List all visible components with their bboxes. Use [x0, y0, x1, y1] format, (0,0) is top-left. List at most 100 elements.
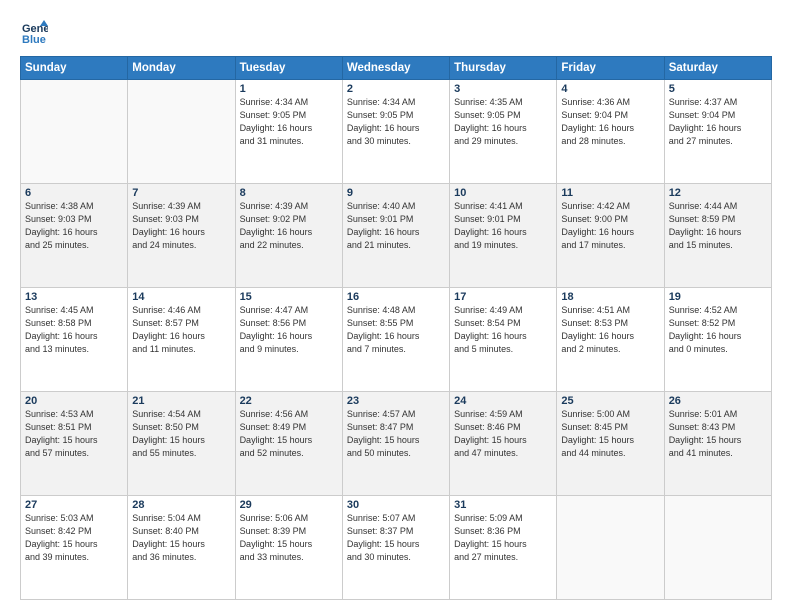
day-number: 7	[132, 187, 230, 199]
day-info: Sunrise: 5:04 AMSunset: 8:40 PMDaylight:…	[132, 512, 230, 564]
day-number: 1	[240, 83, 338, 95]
calendar-cell: 27Sunrise: 5:03 AMSunset: 8:42 PMDayligh…	[21, 496, 128, 600]
calendar-cell: 25Sunrise: 5:00 AMSunset: 8:45 PMDayligh…	[557, 392, 664, 496]
day-number: 24	[454, 395, 552, 407]
day-info: Sunrise: 4:40 AMSunset: 9:01 PMDaylight:…	[347, 200, 445, 252]
day-number: 27	[25, 499, 123, 511]
calendar-cell: 17Sunrise: 4:49 AMSunset: 8:54 PMDayligh…	[450, 288, 557, 392]
day-number: 16	[347, 291, 445, 303]
calendar-table: SundayMondayTuesdayWednesdayThursdayFrid…	[20, 56, 772, 600]
calendar-cell: 19Sunrise: 4:52 AMSunset: 8:52 PMDayligh…	[664, 288, 771, 392]
calendar-cell: 1Sunrise: 4:34 AMSunset: 9:05 PMDaylight…	[235, 80, 342, 184]
calendar-cell: 31Sunrise: 5:09 AMSunset: 8:36 PMDayligh…	[450, 496, 557, 600]
day-number: 22	[240, 395, 338, 407]
day-info: Sunrise: 5:00 AMSunset: 8:45 PMDaylight:…	[561, 408, 659, 460]
day-of-week-header: Thursday	[450, 57, 557, 80]
day-number: 19	[669, 291, 767, 303]
day-number: 10	[454, 187, 552, 199]
calendar-cell: 16Sunrise: 4:48 AMSunset: 8:55 PMDayligh…	[342, 288, 449, 392]
calendar-cell: 29Sunrise: 5:06 AMSunset: 8:39 PMDayligh…	[235, 496, 342, 600]
day-info: Sunrise: 4:39 AMSunset: 9:03 PMDaylight:…	[132, 200, 230, 252]
day-info: Sunrise: 4:46 AMSunset: 8:57 PMDaylight:…	[132, 304, 230, 356]
day-info: Sunrise: 4:51 AMSunset: 8:53 PMDaylight:…	[561, 304, 659, 356]
day-info: Sunrise: 5:09 AMSunset: 8:36 PMDaylight:…	[454, 512, 552, 564]
calendar-cell: 15Sunrise: 4:47 AMSunset: 8:56 PMDayligh…	[235, 288, 342, 392]
day-of-week-header: Monday	[128, 57, 235, 80]
calendar-cell: 11Sunrise: 4:42 AMSunset: 9:00 PMDayligh…	[557, 184, 664, 288]
day-number: 20	[25, 395, 123, 407]
day-number: 23	[347, 395, 445, 407]
calendar-week-row: 27Sunrise: 5:03 AMSunset: 8:42 PMDayligh…	[21, 496, 772, 600]
calendar-cell: 12Sunrise: 4:44 AMSunset: 8:59 PMDayligh…	[664, 184, 771, 288]
day-number: 14	[132, 291, 230, 303]
calendar-cell: 2Sunrise: 4:34 AMSunset: 9:05 PMDaylight…	[342, 80, 449, 184]
calendar-cell: 7Sunrise: 4:39 AMSunset: 9:03 PMDaylight…	[128, 184, 235, 288]
day-info: Sunrise: 4:42 AMSunset: 9:00 PMDaylight:…	[561, 200, 659, 252]
calendar-week-row: 13Sunrise: 4:45 AMSunset: 8:58 PMDayligh…	[21, 288, 772, 392]
calendar-header-row: SundayMondayTuesdayWednesdayThursdayFrid…	[21, 57, 772, 80]
day-number: 17	[454, 291, 552, 303]
calendar-cell: 9Sunrise: 4:40 AMSunset: 9:01 PMDaylight…	[342, 184, 449, 288]
calendar-cell: 18Sunrise: 4:51 AMSunset: 8:53 PMDayligh…	[557, 288, 664, 392]
day-number: 12	[669, 187, 767, 199]
logo: General Blue	[20, 18, 52, 46]
day-info: Sunrise: 4:38 AMSunset: 9:03 PMDaylight:…	[25, 200, 123, 252]
day-number: 3	[454, 83, 552, 95]
day-info: Sunrise: 4:36 AMSunset: 9:04 PMDaylight:…	[561, 96, 659, 148]
calendar-cell: 6Sunrise: 4:38 AMSunset: 9:03 PMDaylight…	[21, 184, 128, 288]
day-info: Sunrise: 4:49 AMSunset: 8:54 PMDaylight:…	[454, 304, 552, 356]
day-info: Sunrise: 4:57 AMSunset: 8:47 PMDaylight:…	[347, 408, 445, 460]
calendar-cell: 10Sunrise: 4:41 AMSunset: 9:01 PMDayligh…	[450, 184, 557, 288]
day-number: 15	[240, 291, 338, 303]
day-number: 30	[347, 499, 445, 511]
calendar-cell	[128, 80, 235, 184]
day-number: 2	[347, 83, 445, 95]
day-info: Sunrise: 4:48 AMSunset: 8:55 PMDaylight:…	[347, 304, 445, 356]
calendar-week-row: 20Sunrise: 4:53 AMSunset: 8:51 PMDayligh…	[21, 392, 772, 496]
calendar-cell: 14Sunrise: 4:46 AMSunset: 8:57 PMDayligh…	[128, 288, 235, 392]
day-info: Sunrise: 4:52 AMSunset: 8:52 PMDaylight:…	[669, 304, 767, 356]
day-number: 8	[240, 187, 338, 199]
day-number: 6	[25, 187, 123, 199]
day-number: 26	[669, 395, 767, 407]
day-number: 25	[561, 395, 659, 407]
day-number: 21	[132, 395, 230, 407]
day-number: 28	[132, 499, 230, 511]
day-info: Sunrise: 4:47 AMSunset: 8:56 PMDaylight:…	[240, 304, 338, 356]
day-info: Sunrise: 4:35 AMSunset: 9:05 PMDaylight:…	[454, 96, 552, 148]
day-number: 4	[561, 83, 659, 95]
day-of-week-header: Wednesday	[342, 57, 449, 80]
day-info: Sunrise: 4:44 AMSunset: 8:59 PMDaylight:…	[669, 200, 767, 252]
day-of-week-header: Saturday	[664, 57, 771, 80]
calendar-cell	[557, 496, 664, 600]
day-info: Sunrise: 4:34 AMSunset: 9:05 PMDaylight:…	[347, 96, 445, 148]
logo-icon: General Blue	[20, 18, 48, 46]
calendar-cell: 30Sunrise: 5:07 AMSunset: 8:37 PMDayligh…	[342, 496, 449, 600]
day-info: Sunrise: 5:03 AMSunset: 8:42 PMDaylight:…	[25, 512, 123, 564]
calendar-cell: 4Sunrise: 4:36 AMSunset: 9:04 PMDaylight…	[557, 80, 664, 184]
day-info: Sunrise: 5:06 AMSunset: 8:39 PMDaylight:…	[240, 512, 338, 564]
calendar-cell	[21, 80, 128, 184]
day-of-week-header: Sunday	[21, 57, 128, 80]
calendar-cell: 26Sunrise: 5:01 AMSunset: 8:43 PMDayligh…	[664, 392, 771, 496]
page: General Blue SundayMondayTuesdayWednesda…	[0, 0, 792, 612]
day-info: Sunrise: 4:59 AMSunset: 8:46 PMDaylight:…	[454, 408, 552, 460]
day-of-week-header: Tuesday	[235, 57, 342, 80]
calendar-cell: 13Sunrise: 4:45 AMSunset: 8:58 PMDayligh…	[21, 288, 128, 392]
calendar-week-row: 6Sunrise: 4:38 AMSunset: 9:03 PMDaylight…	[21, 184, 772, 288]
calendar-week-row: 1 Sunrise: 4:34 AMSunset: 9:05 PMDaylight…	[21, 80, 772, 184]
day-number: 18	[561, 291, 659, 303]
calendar-cell: 21Sunrise: 4:54 AMSunset: 8:50 PMDayligh…	[128, 392, 235, 496]
calendar-cell: 5Sunrise: 4:37 AMSunset: 9:04 PMDaylight…	[664, 80, 771, 184]
day-info: Sunrise: 5:01 AMSunset: 8:43 PMDaylight:…	[669, 408, 767, 460]
header: General Blue	[20, 18, 772, 46]
day-of-week-header: Friday	[557, 57, 664, 80]
day-info: Sunrise: 4:39 AMSunset: 9:02 PMDaylight:…	[240, 200, 338, 252]
day-number: 5	[669, 83, 767, 95]
day-info: Sunrise: 4:53 AMSunset: 8:51 PMDaylight:…	[25, 408, 123, 460]
calendar-cell: 3Sunrise: 4:35 AMSunset: 9:05 PMDaylight…	[450, 80, 557, 184]
calendar-cell: 20Sunrise: 4:53 AMSunset: 8:51 PMDayligh…	[21, 392, 128, 496]
calendar-cell: 8Sunrise: 4:39 AMSunset: 9:02 PMDaylight…	[235, 184, 342, 288]
calendar-cell: 28Sunrise: 5:04 AMSunset: 8:40 PMDayligh…	[128, 496, 235, 600]
svg-text:Blue: Blue	[22, 34, 46, 46]
